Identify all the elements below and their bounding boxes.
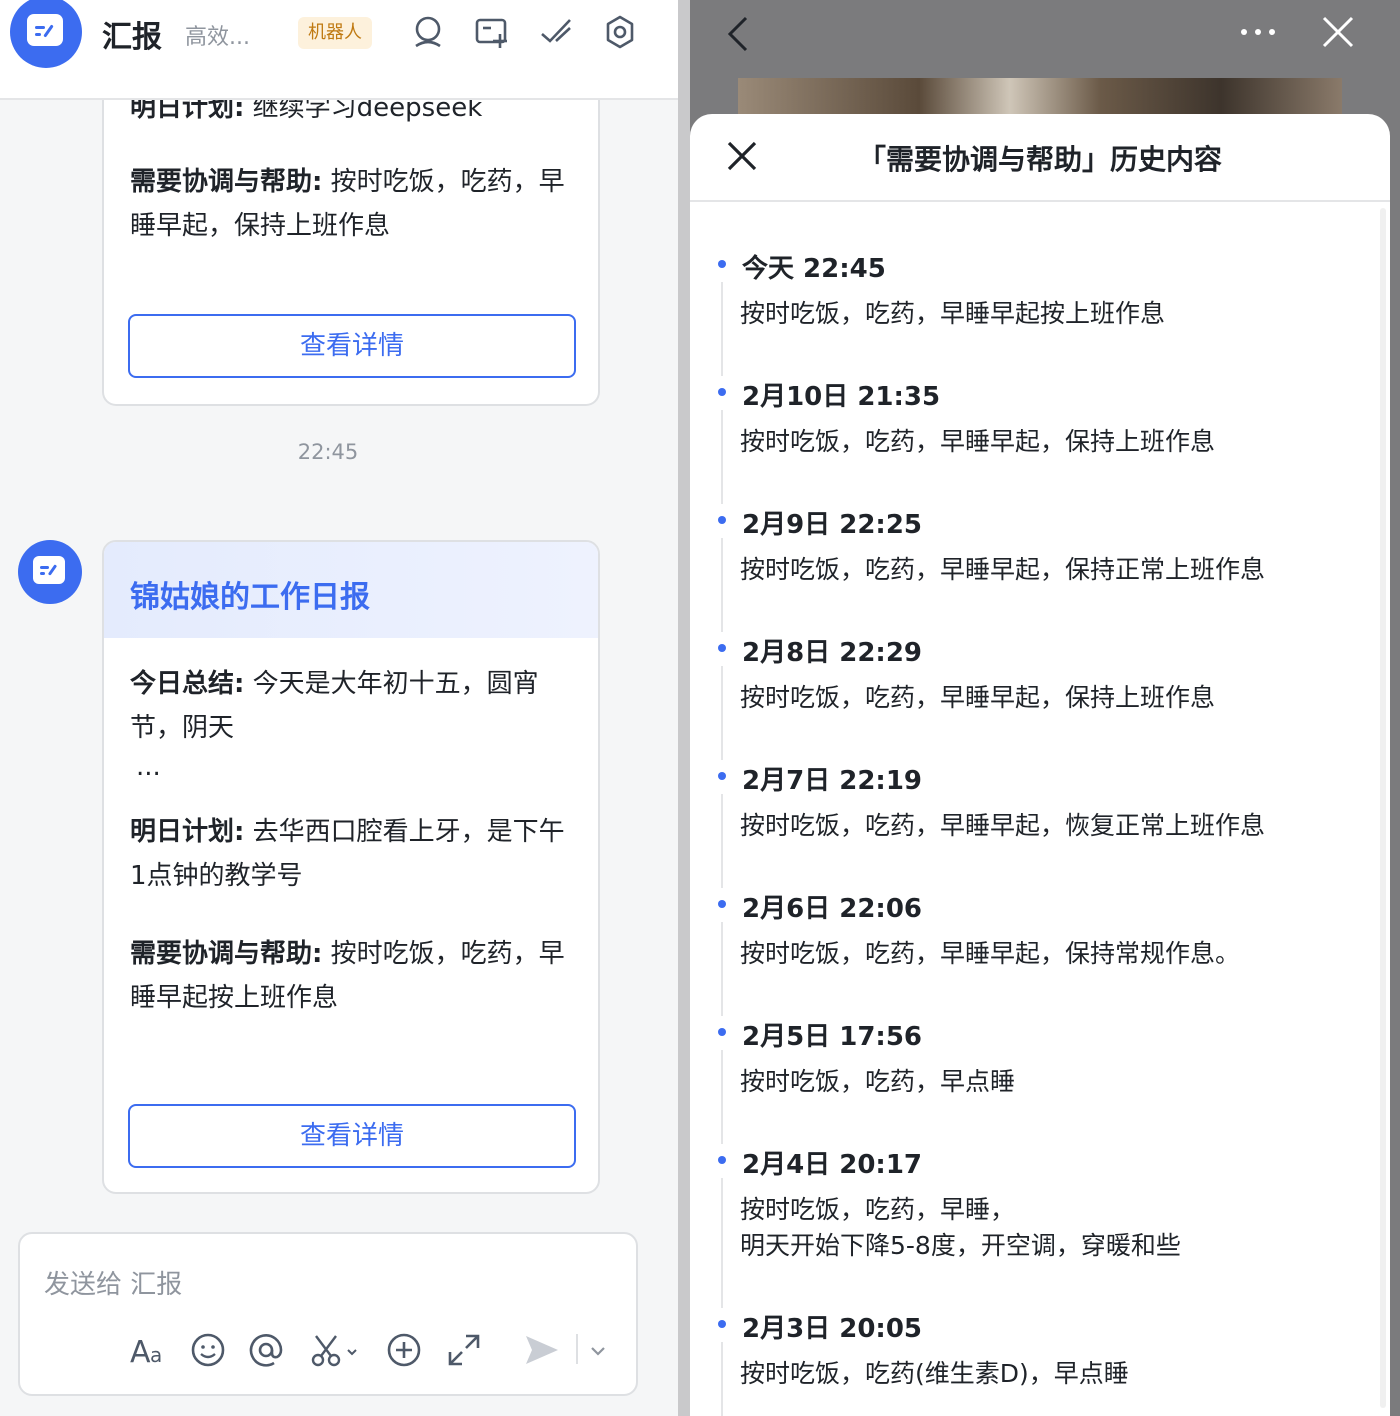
entry-date: 2月10日 21:35 [742, 382, 941, 412]
summary-paragraph: 今日总结: 今天是大年初十五，圆宵节，阴天 [130, 662, 572, 750]
time-separator: 22:45 [297, 440, 359, 464]
send-icon[interactable] [522, 1330, 562, 1370]
entry-text: 按时吃饭，吃药，早睡早起，保持常规作息。 [740, 939, 1241, 968]
mention-icon[interactable] [246, 1330, 286, 1370]
expand-icon[interactable] [444, 1330, 484, 1370]
timeline-dot [718, 388, 726, 396]
timeline-dot [718, 1028, 726, 1036]
more-icon[interactable] [1238, 24, 1278, 40]
svg-text:a: a [150, 1343, 162, 1367]
timeline-line [721, 922, 723, 1016]
timeline-line [721, 282, 723, 376]
entry-text: 按时吃饭，吃药(维生素D)，早点睡 [740, 1359, 1129, 1388]
report-card: 锦姑娘的工作日报 今日总结: 今天是大年初十五，圆宵节，阴天 ... 明日计划:… [102, 540, 600, 1194]
composer-placeholder[interactable]: 发送给 汇报 [44, 1264, 182, 1301]
scrollbar[interactable] [1380, 208, 1386, 1408]
history-title: 「需要协调与帮助」历史内容 [857, 143, 1222, 176]
font-icon[interactable]: A a [128, 1330, 168, 1370]
plan-label: 明日计划: [130, 817, 245, 847]
check-icon[interactable] [538, 14, 574, 50]
timeline-dot [718, 516, 726, 524]
settings-icon[interactable] [602, 14, 638, 50]
chat-pane: 汇报 高效... 机器人 明日计划: 继续学习deepseek 需要协调与帮助:… [0, 0, 678, 1416]
entry-text: 按时吃饭，吃药，早睡早起，恢复正常上班作息 [740, 811, 1266, 840]
entry-text: 按时吃饭，吃药，早睡早起，保持上班作息 [740, 427, 1216, 456]
add-task-icon[interactable] [474, 14, 510, 50]
entry-text: 按时吃饭，吃药，早睡， 明天开始下降5-8度，开空调，穿暖和些 [740, 1195, 1181, 1260]
summary-ellipsis: ... [136, 752, 161, 782]
svg-text:A: A [130, 1335, 151, 1370]
entry-date: 2月6日 22:06 [742, 894, 922, 924]
bot-badge: 机器人 [298, 17, 372, 49]
chat-subtitle: 高效... [185, 25, 250, 50]
help-paragraph: 需要协调与帮助: 按时吃饭，吃药，早睡早起，保持上班作息 [130, 160, 572, 248]
chevron-down-icon[interactable] [586, 1330, 610, 1370]
entry-date: 2月8日 22:29 [742, 638, 922, 668]
timeline-dot [718, 644, 726, 652]
emoji-icon[interactable] [188, 1330, 228, 1370]
pane-divider[interactable] [678, 0, 690, 1416]
plus-circle-icon[interactable] [384, 1330, 424, 1370]
entry-date: 2月5日 17:56 [742, 1022, 922, 1052]
timeline-dot [718, 900, 726, 908]
timeline-dot [718, 260, 726, 268]
entry-date: 2月7日 22:19 [742, 766, 922, 796]
entry-text: 按时吃饭，吃药，早睡早起，保持上班作息 [740, 683, 1216, 712]
toolbar-divider [576, 1334, 578, 1364]
previous-report-card: 明日计划: 继续学习deepseek 需要协调与帮助: 按时吃饭，吃药，早睡早起… [102, 60, 600, 406]
bot-avatar[interactable] [18, 540, 82, 604]
view-details-button[interactable]: 查看详情 [128, 1104, 576, 1168]
timeline-line [721, 1050, 723, 1144]
close-icon[interactable] [1320, 14, 1356, 50]
timeline-line [721, 1342, 723, 1416]
report-card-header: 锦姑娘的工作日报 [104, 542, 598, 638]
timeline-line [721, 794, 723, 888]
help-paragraph: 需要协调与帮助: 按时吃饭，吃药，早睡早起按上班作息 [130, 932, 572, 1020]
search-icon[interactable] [410, 14, 446, 50]
help-label: 需要协调与帮助: [130, 939, 323, 969]
timeline-line [721, 410, 723, 504]
history-sheet: 「需要协调与帮助」历史内容 今天 22:45 按时吃饭，吃药，早睡早起按上班作息… [690, 114, 1390, 1416]
history-sheet-header: 「需要协调与帮助」历史内容 [690, 114, 1390, 202]
entry-text: 按时吃饭，吃药，早点睡 [740, 1067, 1016, 1096]
entry-date: 2月9日 22:25 [742, 510, 922, 540]
message-composer[interactable]: 发送给 汇报 A a [18, 1232, 638, 1396]
timeline-dot [718, 772, 726, 780]
entry-date: 2月4日 20:17 [742, 1150, 922, 1180]
entry-text: 按时吃饭，吃药，早睡早起，保持正常上班作息 [740, 555, 1266, 584]
timeline-line [721, 666, 723, 760]
history-pane: 「需要协调与帮助」历史内容 今天 22:45 按时吃饭，吃药，早睡早起按上班作息… [690, 0, 1400, 1416]
scissors-icon[interactable] [308, 1330, 364, 1370]
chat-title: 汇报 [102, 20, 162, 55]
app-logo-icon[interactable] [10, 0, 82, 68]
entry-date: 今天 22:45 [742, 254, 886, 284]
view-details-button[interactable]: 查看详情 [128, 314, 576, 378]
back-icon[interactable] [724, 14, 754, 54]
summary-label: 今日总结: [130, 669, 245, 699]
entry-text: 按时吃饭，吃药，早睡早起按上班作息 [740, 299, 1166, 328]
help-label: 需要协调与帮助: [130, 167, 323, 197]
plan-paragraph: 明日计划: 去华西口腔看上牙，是下午1点钟的教学号 [130, 810, 572, 898]
timeline-line [721, 538, 723, 632]
report-card-title: 锦姑娘的工作日报 [130, 580, 370, 615]
chat-header: 汇报 高效... 机器人 [0, 0, 678, 100]
timeline-line [721, 1178, 723, 1308]
entry-date: 2月3日 20:05 [742, 1314, 922, 1344]
timeline-dot [718, 1156, 726, 1164]
timeline-dot [718, 1320, 726, 1328]
